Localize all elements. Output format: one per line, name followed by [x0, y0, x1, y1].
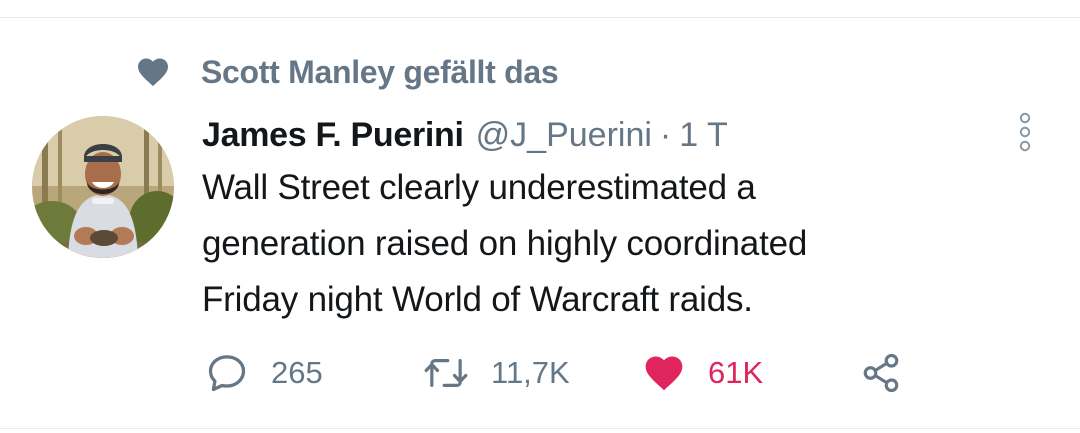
tweet-text: Wall Street clearly underestimated a gen… — [202, 160, 1022, 328]
like-button[interactable]: 61K — [642, 348, 763, 398]
heart-icon — [138, 58, 168, 87]
share-button[interactable] — [860, 348, 902, 398]
retweet-icon — [424, 359, 468, 387]
divider-bottom — [0, 428, 1080, 429]
heart-filled-icon — [645, 356, 683, 391]
retweet-count: 11,7K — [491, 355, 570, 390]
social-context[interactable]: Scott Manley gefällt das — [135, 52, 559, 92]
tweet-header: James F. Puerini @J_Puerini · 1 T — [202, 112, 728, 158]
social-context-text: Scott Manley gefällt das — [201, 53, 559, 90]
like-count: 61K — [708, 355, 764, 390]
tweet-text-line: Friday night World of Warcraft raids. — [202, 280, 753, 319]
share-icon — [863, 353, 899, 393]
tweet-timestamp[interactable]: 1 T — [679, 116, 728, 155]
divider-top — [0, 17, 1080, 18]
reply-count: 265 — [271, 355, 323, 390]
retweet-button[interactable]: 11,7K — [423, 348, 570, 398]
avatar[interactable] — [32, 116, 174, 258]
comment-bubble-icon — [208, 355, 246, 392]
tweet-actions: 265 11,7K 61K — [205, 348, 1005, 398]
tweet-card[interactable]: Scott Manley gefällt das James F. Puerin… — [0, 0, 1080, 433]
header-separator: · — [659, 115, 672, 154]
more-vertical-icon[interactable] — [1016, 112, 1034, 152]
avatar-photo — [32, 116, 174, 258]
tweet-text-line: Wall Street clearly underestimated a — [202, 168, 756, 207]
author-handle[interactable]: @J_Puerini — [476, 116, 652, 155]
tweet-text-line: generation raised on highly coordinated — [202, 224, 808, 263]
reply-button[interactable]: 265 — [205, 348, 323, 398]
author-name[interactable]: James F. Puerini — [202, 116, 464, 155]
